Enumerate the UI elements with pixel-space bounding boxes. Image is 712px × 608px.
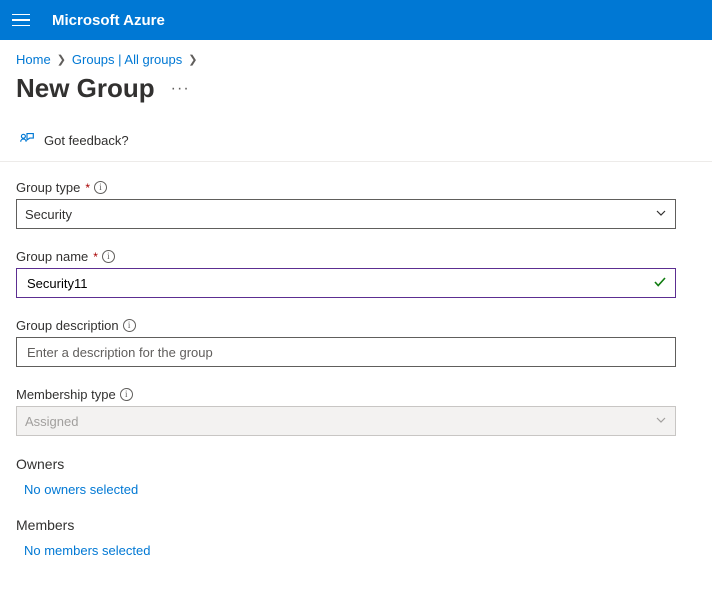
chevron-right-icon: ❯: [57, 53, 66, 66]
group-name-input[interactable]: [25, 275, 667, 292]
breadcrumb-home[interactable]: Home: [16, 52, 51, 67]
members-heading: Members: [16, 517, 696, 533]
info-icon[interactable]: i: [123, 319, 136, 332]
page-title: New Group: [16, 73, 155, 104]
membership-type-select: Assigned: [16, 406, 676, 436]
field-membership-type: Membership type i Assigned: [16, 387, 696, 436]
field-group-name: Group name * i: [16, 249, 696, 298]
members-section: Members No members selected: [16, 517, 696, 558]
required-indicator: *: [85, 181, 90, 195]
feedback-label: Got feedback?: [44, 133, 129, 148]
group-description-input-wrapper: [16, 337, 676, 367]
group-name-input-wrapper: [16, 268, 676, 298]
membership-type-value: Assigned: [25, 414, 78, 429]
feedback-icon: [18, 130, 36, 151]
owners-heading: Owners: [16, 456, 696, 472]
info-icon[interactable]: i: [120, 388, 133, 401]
page-header: New Group ···: [0, 73, 712, 122]
new-group-form: Group type * i Security Group name * i G…: [0, 162, 712, 608]
check-icon: [653, 275, 667, 292]
owners-select-link[interactable]: No owners selected: [16, 482, 696, 497]
breadcrumb-groups[interactable]: Groups | All groups: [72, 52, 182, 67]
group-name-label: Group name * i: [16, 249, 696, 264]
chevron-down-icon: [655, 414, 667, 429]
more-actions-button[interactable]: ···: [167, 76, 194, 102]
chevron-right-icon: ❯: [188, 53, 197, 66]
breadcrumb: Home ❯ Groups | All groups ❯: [0, 40, 712, 73]
info-icon[interactable]: i: [94, 181, 107, 194]
required-indicator: *: [93, 250, 98, 264]
group-description-label: Group description i: [16, 318, 696, 333]
azure-top-bar: Microsoft Azure: [0, 0, 712, 40]
membership-type-label: Membership type i: [16, 387, 696, 402]
group-type-label: Group type * i: [16, 180, 696, 195]
group-type-value: Security: [25, 207, 72, 222]
members-select-link[interactable]: No members selected: [16, 543, 696, 558]
field-group-description: Group description i: [16, 318, 696, 367]
chevron-down-icon: [655, 207, 667, 222]
group-type-select[interactable]: Security: [16, 199, 676, 229]
owners-section: Owners No owners selected: [16, 456, 696, 497]
feedback-button[interactable]: Got feedback?: [0, 122, 712, 162]
hamburger-menu-icon[interactable]: [12, 10, 32, 30]
brand-label: Microsoft Azure: [52, 12, 165, 29]
field-group-type: Group type * i Security: [16, 180, 696, 229]
group-description-input[interactable]: [25, 344, 667, 361]
info-icon[interactable]: i: [102, 250, 115, 263]
